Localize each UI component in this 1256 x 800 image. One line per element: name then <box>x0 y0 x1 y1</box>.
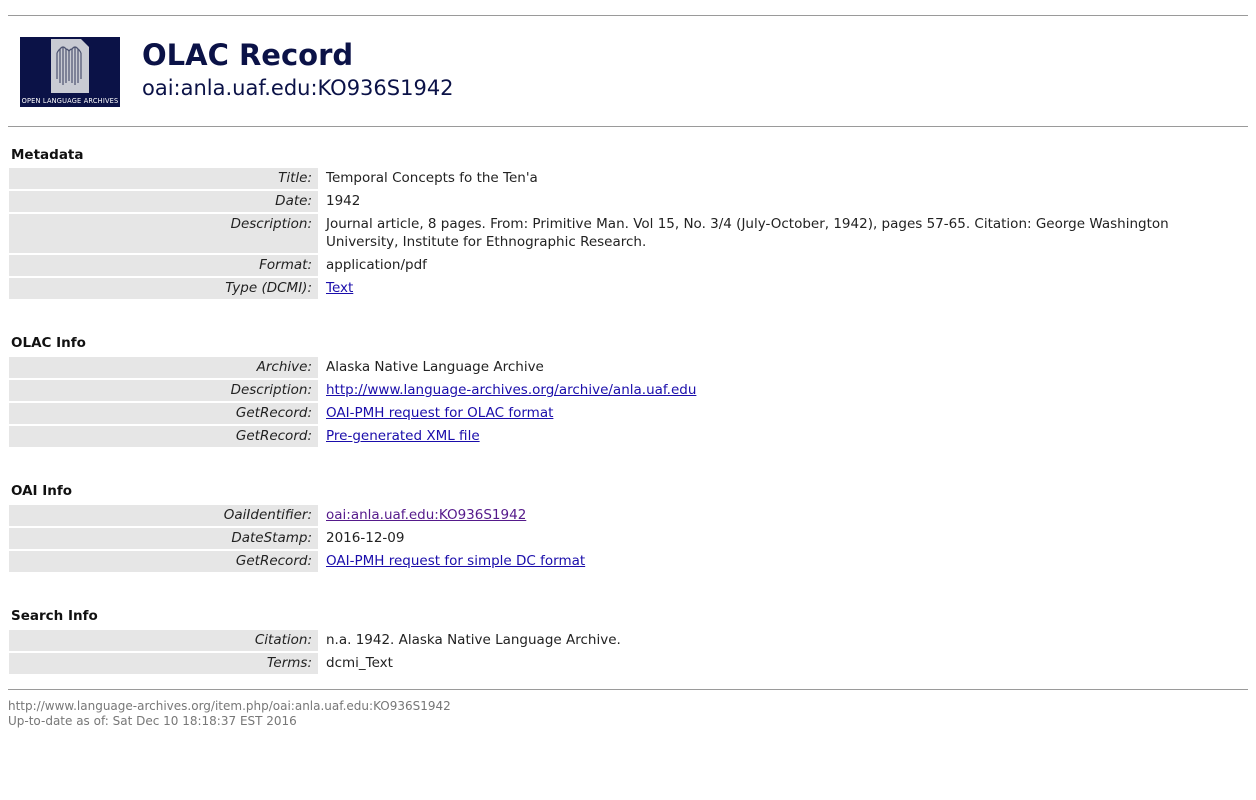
olac-row-getrecord-olac: GetRecord: OAI-PMH request for OLAC form… <box>9 403 1249 424</box>
xml-file-link[interactable]: Pre-generated XML file <box>326 428 480 444</box>
section-heading-search-info: Search Info <box>11 608 98 624</box>
field-label: GetRecord: <box>9 403 318 424</box>
field-value: Alaska Native Language Archive <box>326 359 544 375</box>
footer-url: http://www.language-archives.org/item.ph… <box>8 699 451 713</box>
metadata-row-date: Date: 1942 <box>9 191 1249 212</box>
olac-format-request-link[interactable]: OAI-PMH request for OLAC format <box>326 405 553 421</box>
oai-row-getrecord-dc: GetRecord: OAI-PMH request for simple DC… <box>9 551 1249 572</box>
header-divider <box>8 126 1248 127</box>
field-value: 2016-12-09 <box>326 530 405 546</box>
field-value: Temporal Concepts fo the Ten'a <box>326 170 538 186</box>
archive-description-link[interactable]: http://www.language-archives.org/archive… <box>326 382 696 398</box>
field-label: OaiIdentifier: <box>9 505 318 526</box>
metadata-row-title: Title: Temporal Concepts fo the Ten'a <box>9 168 1249 189</box>
field-label: GetRecord: <box>9 426 318 447</box>
page-title: OLAC Record <box>142 38 354 72</box>
search-row-terms: Terms: dcmi_Text <box>9 653 1249 674</box>
section-heading-olac-info: OLAC Info <box>11 335 86 351</box>
field-label: Format: <box>9 255 318 276</box>
field-label: Type (DCMI): <box>9 278 318 299</box>
field-value: Journal article, 8 pages. From: Primitiv… <box>326 216 1169 250</box>
field-label: Date: <box>9 191 318 212</box>
oai-row-identifier: OaiIdentifier: oai:anla.uaf.edu:KO936S19… <box>9 505 1249 526</box>
search-row-citation: Citation: n.a. 1942. Alaska Native Langu… <box>9 630 1249 651</box>
field-value: n.a. 1942. Alaska Native Language Archiv… <box>326 632 621 648</box>
field-value: dcmi_Text <box>326 655 393 671</box>
olac-row-description: Description: http://www.language-archive… <box>9 380 1249 401</box>
oai-row-datestamp: DateStamp: 2016-12-09 <box>9 528 1249 549</box>
record-identifier: oai:anla.uaf.edu:KO936S1942 <box>142 76 454 100</box>
field-label: Description: <box>9 380 318 401</box>
top-divider <box>8 15 1248 16</box>
field-label: GetRecord: <box>9 551 318 572</box>
field-label: Title: <box>9 168 318 189</box>
olac-row-getrecord-xml: GetRecord: Pre-generated XML file <box>9 426 1249 447</box>
section-heading-metadata: Metadata <box>11 147 84 163</box>
logo-caption: OPEN LANGUAGE ARCHIVES <box>21 97 119 105</box>
footer-updated: Up-to-date as of: Sat Dec 10 18:18:37 ES… <box>8 714 297 728</box>
document-icon <box>51 39 89 93</box>
olac-row-archive: Archive: Alaska Native Language Archive <box>9 357 1249 378</box>
footer-divider <box>8 689 1248 690</box>
type-text-link[interactable]: Text <box>326 280 353 296</box>
field-label: Terms: <box>9 653 318 674</box>
metadata-row-type: Type (DCMI): Text <box>9 278 1249 299</box>
oai-identifier-link[interactable]: oai:anla.uaf.edu:KO936S1942 <box>326 507 526 523</box>
dc-format-request-link[interactable]: OAI-PMH request for simple DC format <box>326 553 585 569</box>
section-heading-oai-info: OAI Info <box>11 483 73 499</box>
field-value: 1942 <box>326 193 361 209</box>
field-label: Archive: <box>9 357 318 378</box>
metadata-row-format: Format: application/pdf <box>9 255 1249 276</box>
field-label: Citation: <box>9 630 318 651</box>
olac-logo: OPEN LANGUAGE ARCHIVES <box>20 37 120 107</box>
metadata-row-description: Description: Journal article, 8 pages. F… <box>9 214 1249 253</box>
field-label: Description: <box>9 214 318 253</box>
field-value: application/pdf <box>326 257 427 273</box>
field-label: DateStamp: <box>9 528 318 549</box>
